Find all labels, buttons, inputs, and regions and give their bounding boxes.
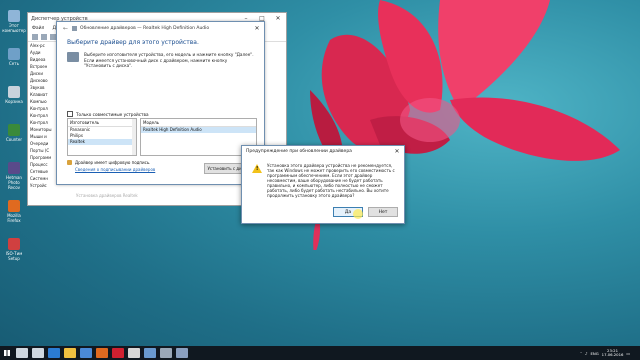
desktop-shortcut[interactable]: Сеть — [2, 48, 26, 82]
warning-titlebar[interactable]: Предупреждение при обновлении драйвера ✕ — [242, 146, 404, 157]
photo-icon[interactable] — [144, 348, 156, 358]
desktop-shortcut[interactable]: Mozilla Firefox — [2, 200, 26, 234]
wizard-description: Выберите изготовителя устройства, его мо… — [67, 52, 254, 69]
signed-status: Драйвер имеет цифровую подпись. — [67, 160, 150, 165]
desktop-shortcut[interactable]: Этот компьютер — [2, 10, 26, 44]
clock-date: 17.06.2016 — [601, 352, 624, 357]
driver-signing-link[interactable]: Сведения о подписывании драйверов — [75, 167, 155, 172]
notifications-icon[interactable]: ▭ — [626, 351, 630, 356]
close-icon[interactable]: ✕ — [270, 15, 286, 22]
shield-icon — [67, 160, 72, 165]
taskbar-apps — [14, 348, 190, 358]
explorer-icon[interactable] — [64, 348, 76, 358]
signed-text: Драйвер имеет цифровую подпись. — [75, 160, 151, 165]
desktop-shortcut[interactable]: Корзина — [2, 86, 26, 120]
checkbox-box[interactable] — [67, 111, 73, 117]
wizard-close-icon[interactable]: ✕ — [250, 25, 264, 32]
taskbar: ˄ ♪ ENG 23:21 17.06.2016 ▭ — [0, 346, 640, 360]
warning-icon — [252, 164, 262, 173]
recycle-bin-icon — [8, 86, 20, 98]
desktop-shortcut-label: Этот компьютер — [2, 23, 26, 33]
list-item[interactable]: Realtek — [68, 139, 136, 145]
computer-icon — [8, 10, 20, 22]
desktop-shortcut[interactable]: Hetman Photo Recov — [2, 162, 26, 196]
desktop-shortcut-label: Сеть — [9, 61, 19, 66]
desktop-shortcut[interactable]: Counter — [2, 124, 26, 158]
task-view-icon[interactable] — [32, 348, 44, 358]
wizard-titlebar[interactable]: ← Обновление драйверов — Realtek High De… — [57, 22, 264, 34]
start-button[interactable] — [0, 346, 14, 360]
model-list[interactable]: Модель Realtek High Definition Audio — [140, 118, 257, 156]
desktop-shortcut-label: Hetman Photo Recov — [6, 175, 22, 190]
menu-file[interactable]: Файл — [32, 26, 44, 31]
cursor-highlight — [353, 209, 363, 219]
model-header: Модель — [141, 119, 256, 127]
firefox-taskbar-icon[interactable] — [96, 348, 108, 358]
compatible-only-label: Только совместимые устройства — [76, 111, 149, 117]
back-arrow-icon[interactable]: ← — [63, 25, 68, 32]
firefox-icon — [8, 200, 20, 212]
settings-app-icon[interactable] — [160, 348, 172, 358]
network-icon — [8, 48, 20, 60]
language-indicator[interactable]: ENG — [590, 351, 598, 356]
warning-close-icon[interactable]: ✕ — [390, 148, 404, 155]
update-driver-wizard[interactable]: ← Обновление драйверов — Realtek High De… — [56, 21, 265, 185]
edge-icon[interactable] — [48, 348, 60, 358]
desktop-icons: Этот компьютер Сеть Корзина Counter Hetman P… — [2, 8, 26, 276]
counter-icon — [8, 124, 20, 136]
clock[interactable]: 23:21 17.06.2016 — [601, 348, 624, 358]
desktop-shortcut-label: Корзина — [5, 99, 23, 104]
wizard-chip-icon — [72, 25, 78, 31]
desktop-shortcut-label: Mozilla Firefox — [7, 213, 21, 223]
media-icon[interactable] — [128, 348, 140, 358]
opera-icon[interactable] — [112, 348, 124, 358]
warning-buttons: Да Нет — [333, 207, 398, 217]
driver-lists: Изготовитель Panasonic Philips Realtek М… — [67, 118, 257, 156]
driver-warning-dialog[interactable]: Предупреждение при обновлении драйвера ✕… — [241, 145, 405, 224]
chevron-up-icon[interactable]: ˄ — [580, 351, 582, 356]
volume-icon[interactable]: ♪ — [585, 351, 587, 356]
store-icon[interactable] — [80, 348, 92, 358]
warning-body: Установка этого драйвера устройства не р… — [242, 157, 404, 198]
status-text: Установка драйверов Realtek — [76, 193, 138, 198]
warning-message: Установка этого драйвера устройства не р… — [267, 163, 395, 198]
device-card-icon — [67, 52, 79, 62]
manufacturer-list[interactable]: Изготовитель Panasonic Philips Realtek — [67, 118, 137, 156]
manufacturer-header: Изготовитель — [68, 119, 136, 127]
wizard-heading: Выберите драйвер для этого устройства. — [67, 39, 199, 46]
compatible-only-checkbox[interactable]: Только совместимые устройства — [67, 111, 149, 117]
manufacturer-scrollbar[interactable] — [132, 119, 136, 155]
wizard-title: Обновление драйверов — Realtek High Defi… — [80, 25, 210, 31]
desktop-shortcut-label: Counter — [6, 137, 22, 142]
search-icon[interactable] — [16, 348, 28, 358]
wizard-description-text: Выберите изготовителя устройства, его мо… — [84, 52, 254, 68]
program-icon — [8, 162, 20, 174]
no-button[interactable]: Нет — [368, 207, 398, 217]
forward-icon[interactable] — [41, 33, 47, 40]
iso-icon — [8, 238, 20, 250]
windows-logo-icon — [4, 350, 10, 356]
device-app-icon[interactable] — [176, 348, 188, 358]
system-tray: ˄ ♪ ENG 23:21 17.06.2016 ▭ — [580, 348, 640, 358]
list-item[interactable]: Realtek High Definition Audio — [141, 127, 256, 133]
warning-title: Предупреждение при обновлении драйвера — [246, 149, 352, 154]
desktop-shortcut[interactable]: ISO-Тим Setup — [2, 238, 26, 272]
desktop-shortcut-label: ISO-Тим Setup — [5, 251, 23, 261]
back-icon[interactable] — [32, 33, 38, 40]
